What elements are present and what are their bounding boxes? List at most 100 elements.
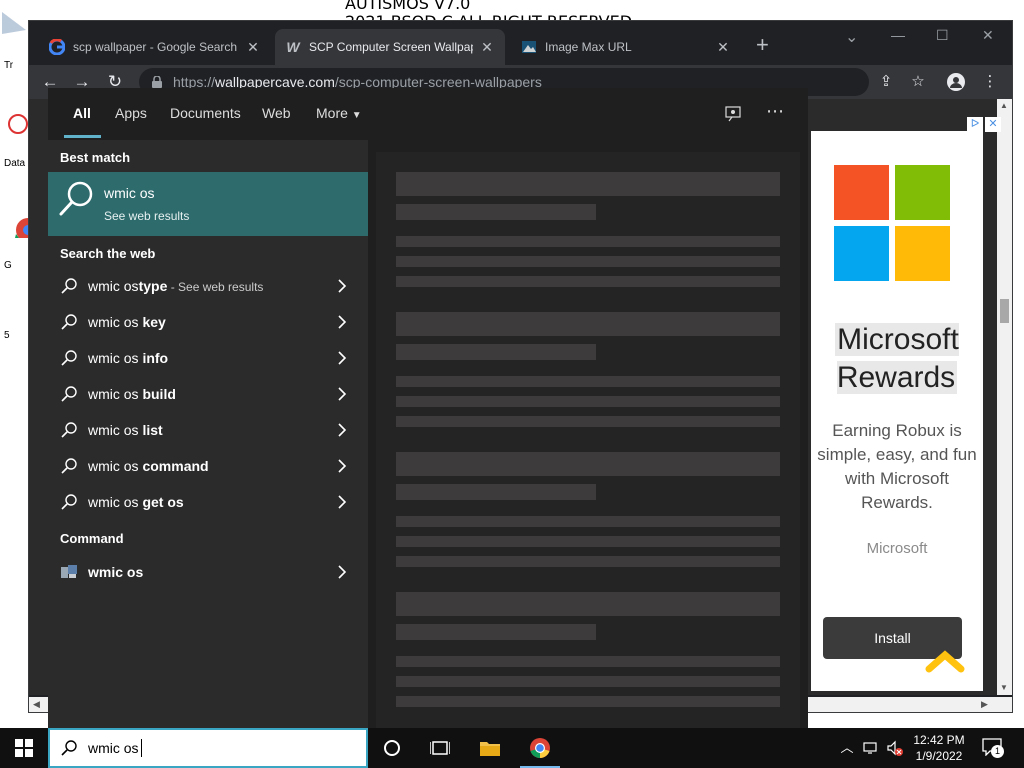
search-icon: [61, 386, 77, 402]
command-result[interactable]: wmic os: [48, 554, 368, 590]
menu-kebab-icon[interactable]: ⋮: [981, 73, 999, 91]
chevron-up-icon: [925, 650, 965, 673]
text-caret: [140, 739, 142, 757]
placeholder-bar: [396, 592, 780, 616]
task-view-icon: [430, 741, 450, 755]
tab-search-button[interactable]: ⌄: [845, 27, 858, 47]
tab-image-max-url[interactable]: Image Max URL ✕: [511, 29, 741, 65]
placeholder-bar: [396, 516, 780, 527]
taskbar: wmic os ︿ 12:42 PM 1/9/2022 1: [0, 728, 1024, 768]
close-tab-icon[interactable]: ✕: [715, 39, 731, 56]
tab-more-label: More: [316, 105, 348, 121]
start-button[interactable]: [0, 728, 48, 768]
desktop-icon-chrome[interactable]: G: [0, 208, 40, 271]
web-suggestion[interactable]: wmic os build: [48, 376, 368, 412]
advertisement[interactable]: ᐅ ✕ Microsoft Rewards Earning Robux is s…: [811, 117, 1001, 691]
section-command: Command: [60, 531, 124, 546]
chrome-taskbar-button[interactable]: [516, 728, 564, 768]
tab-scp-wallpapers[interactable]: W SCP Computer Screen Wallpapers ✕: [275, 29, 505, 65]
command-text: wmic os: [88, 564, 144, 580]
cortana-circle-icon: [384, 740, 400, 756]
web-suggestion[interactable]: wmic ostype - See web results: [48, 268, 368, 304]
search-icon: [59, 181, 93, 216]
wallpapercave-icon: W: [286, 39, 300, 55]
logo-square: [895, 165, 950, 220]
search-icon: [61, 740, 77, 756]
action-center-button[interactable]: 1: [982, 738, 1004, 758]
suggestion-text: wmic os get os: [88, 494, 184, 510]
cortana-button[interactable]: [368, 728, 416, 768]
tab-title: Image Max URL: [545, 40, 632, 54]
chrome-icon: [14, 218, 40, 242]
web-suggestion[interactable]: wmic os key: [48, 304, 368, 340]
maximize-button[interactable]: ☐: [936, 27, 949, 44]
web-suggestion[interactable]: wmic os info: [48, 340, 368, 376]
share-icon[interactable]: ⇪: [877, 73, 895, 91]
command-app-icon: [61, 565, 77, 578]
network-icon[interactable]: [862, 739, 880, 757]
scroll-up-icon[interactable]: ▲: [1000, 101, 1008, 110]
chevron-right-icon: [338, 387, 347, 401]
google-icon: [49, 39, 65, 55]
show-hidden-icons-chevron-icon[interactable]: ︿: [838, 739, 856, 757]
suggestion-text: wmic os build: [88, 386, 176, 402]
clock-time: 12:42 PM: [913, 733, 965, 747]
adchoices-icon[interactable]: ᐅ: [967, 117, 983, 132]
minimize-button[interactable]: —: [891, 27, 905, 43]
volume-muted-icon[interactable]: [886, 739, 904, 757]
taskbar-search-box[interactable]: wmic os: [48, 728, 368, 768]
tab-google-search[interactable]: scp wallpaper - Google Search ✕: [39, 29, 271, 65]
placeholder-bar: [396, 624, 596, 640]
more-options-icon[interactable]: ⋯: [766, 101, 784, 122]
tab-more[interactable]: More ▼: [316, 105, 362, 121]
file-explorer-button[interactable]: [466, 728, 514, 768]
chevron-right-icon: [338, 279, 347, 293]
best-match-subtitle: See web results: [104, 209, 190, 223]
profile-avatar-icon[interactable]: [947, 73, 965, 91]
desktop-icon-recycle[interactable]: Tr: [0, 10, 30, 71]
tab-web[interactable]: Web: [262, 105, 291, 121]
best-match-item[interactable]: wmic os See web results: [48, 172, 368, 236]
feedback-icon[interactable]: [724, 105, 742, 123]
placeholder-bar: [396, 376, 780, 387]
tab-documents[interactable]: Documents: [170, 105, 241, 121]
suggestion-text: wmic ostype - See web results: [88, 278, 264, 294]
vertical-scrollbar[interactable]: ▲ ▼: [997, 99, 1012, 695]
web-suggestion[interactable]: wmic os list: [48, 412, 368, 448]
new-tab-button[interactable]: +: [756, 34, 769, 56]
clock-date: 1/9/2022: [915, 749, 963, 763]
tab-all[interactable]: All: [73, 105, 91, 121]
close-tab-icon[interactable]: ✕: [245, 39, 261, 56]
search-icon: [61, 458, 77, 474]
desktop-icon-label: 5: [4, 330, 10, 341]
image-icon: [521, 39, 537, 55]
tab-title: SCP Computer Screen Wallpapers: [309, 40, 473, 54]
task-view-button[interactable]: [416, 728, 464, 768]
section-search-web: Search the web: [60, 246, 156, 261]
bookmark-star-icon[interactable]: ☆: [909, 73, 927, 91]
web-suggestion[interactable]: wmic os command: [48, 448, 368, 484]
close-window-button[interactable]: ✕: [982, 27, 994, 44]
placeholder-bar: [396, 676, 780, 687]
chevron-right-icon: [338, 315, 347, 329]
chevron-right-icon: [338, 565, 347, 579]
scroll-down-icon[interactable]: ▼: [1000, 683, 1008, 692]
placeholder-bar: [396, 696, 780, 707]
scroll-right-icon[interactable]: ▶: [981, 699, 988, 710]
tab-apps[interactable]: Apps: [115, 105, 147, 121]
web-suggestion[interactable]: wmic os get os: [48, 484, 368, 520]
placeholder-bar: [396, 396, 780, 407]
scrollbar-thumb[interactable]: [1000, 299, 1009, 323]
close-tab-icon[interactable]: ✕: [479, 39, 495, 56]
folder-icon: [480, 742, 500, 756]
preview-loading-placeholder: [376, 152, 800, 728]
scroll-left-icon[interactable]: ◀: [33, 699, 40, 710]
placeholder-bar: [396, 656, 780, 667]
microsoft-logo: [834, 165, 950, 281]
data-app-icon: [8, 114, 28, 148]
desktop-icon-label: Data: [4, 158, 26, 169]
ad-close-icon[interactable]: ✕: [985, 117, 1001, 132]
logo-square: [834, 226, 889, 281]
system-clock[interactable]: 12:42 PM 1/9/2022: [908, 732, 970, 764]
desktop-icon-data[interactable]: Data: [0, 110, 30, 169]
